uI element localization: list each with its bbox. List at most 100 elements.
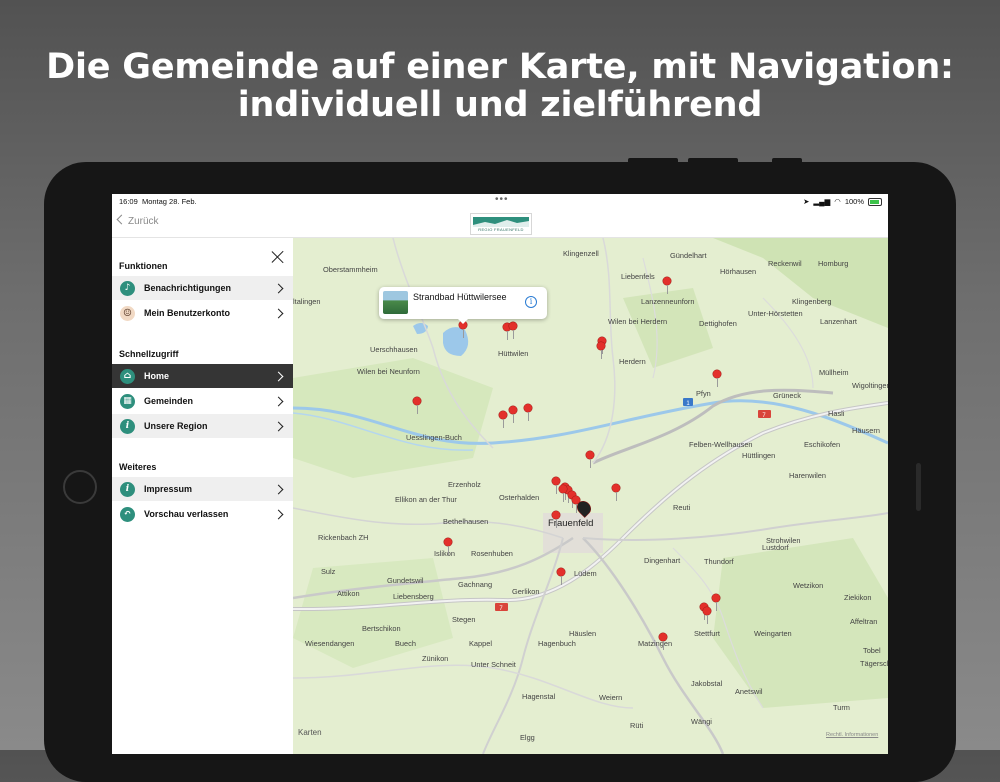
map-place-label: Thundorf <box>704 557 734 566</box>
map-place-label: Häusern <box>852 426 880 435</box>
map-pin-icon[interactable] <box>712 594 720 611</box>
map-place-label: Liebensberg <box>393 592 434 601</box>
map-pin-icon[interactable] <box>597 342 605 359</box>
status-indicators: ➤ ▂▄▆ ◠ 100% <box>803 197 882 206</box>
map-place-label: Tobel <box>863 646 881 655</box>
camera-ring <box>63 470 97 504</box>
map-place-label: Klingenberg <box>792 297 832 306</box>
sidebar-item-municipalities[interactable]: ▦ Gemeinden <box>112 389 293 413</box>
map-place-label: Klingenzell <box>563 249 599 258</box>
map-place-label: Stegen <box>452 615 476 624</box>
map-place-label: Grüneck <box>773 391 801 400</box>
battery-icon <box>868 197 882 206</box>
map-place-label: Oberstammheim <box>323 265 378 274</box>
map-place-label: Unter Schneit <box>471 660 516 669</box>
map-place-label: Lanzenhart <box>820 317 857 326</box>
map-place-label: Eschikofen <box>804 440 841 449</box>
info-icon[interactable]: i <box>525 296 537 308</box>
map-place-label: Tägerschen <box>860 659 888 668</box>
map-place-label: Kappel <box>469 639 493 648</box>
map-place-label: Wilen bei Herdern <box>608 317 668 326</box>
map-place-label: Unter-Hörstetten <box>748 309 803 318</box>
map-view[interactable]: 1 7 7 Oberstammheim ltalingen Uerschhausen… <box>293 238 888 754</box>
map-place-label: Lüdem <box>574 569 597 578</box>
map-place-label: Weiern <box>599 693 623 702</box>
map-place-label: Affeltran <box>850 617 878 626</box>
callout-thumbnail <box>383 291 408 314</box>
chevron-right-icon <box>273 371 284 381</box>
map-place-label: Rickenbach ZH <box>318 533 369 542</box>
map-callout[interactable]: Strandbad Hüttwilersee i <box>379 287 547 324</box>
map-place-label: Liebenfels <box>621 272 655 281</box>
location-icon: ➤ <box>803 197 810 206</box>
chevron-right-icon <box>273 509 284 519</box>
back-button[interactable]: Zurück <box>116 214 159 227</box>
sidebar-item-home[interactable]: ⌂ Home <box>112 364 293 388</box>
status-time: 16:09 Montag 28. Feb. <box>119 197 197 206</box>
map-pin-icon[interactable] <box>552 477 560 494</box>
sidebar-item-imprint[interactable]: i Impressum <box>112 477 293 501</box>
multitasking-dots[interactable]: ••• <box>495 194 509 205</box>
regio-frauenfeld-logo[interactable]: REGIO FRAUENFELD <box>470 213 532 235</box>
signal-icon: ▂▄▆ <box>813 197 831 206</box>
map-place-label: Rüti <box>630 721 644 730</box>
map-place-label: Buech <box>395 639 416 648</box>
side-key <box>916 463 921 511</box>
map-place-label: Gachnang <box>458 580 493 589</box>
map-pin-icon[interactable] <box>713 370 721 387</box>
map-place-label: Zünikon <box>422 654 449 663</box>
bell-icon: ♪ <box>120 280 135 296</box>
map-place-label: Bethelhausen <box>443 517 489 526</box>
map-place-label: Häuslen <box>569 629 597 638</box>
map-attribution: Karten <box>298 728 322 737</box>
map-place-label: Osterhalden <box>499 493 540 502</box>
map-place-label: Matzingen <box>638 639 673 648</box>
legal-info-link[interactable]: Rechtl. Informationen <box>826 732 878 738</box>
map-place-label: Gundetswil <box>387 576 424 585</box>
section-title-functions: Funktionen <box>119 261 168 271</box>
navigation-bar: Zurück REGIO FRAUENFELD <box>112 210 888 238</box>
chevron-left-icon <box>116 214 127 225</box>
map-pin-icon[interactable] <box>509 406 517 423</box>
chevron-right-icon <box>273 484 284 494</box>
map-place-label: Müllheim <box>819 368 849 377</box>
map-pin-icon[interactable] <box>663 277 671 294</box>
map-place-label: Gündelhart <box>670 251 707 260</box>
map-place-label: Hüttlingen <box>742 451 776 460</box>
map-place-label: Anetswil <box>735 687 763 696</box>
map-pin-icon[interactable] <box>499 411 507 428</box>
map-place-label: Attikon <box>337 589 360 598</box>
map-place-label: Hagenbuch <box>538 639 576 648</box>
map-pin-icon[interactable] <box>552 511 560 528</box>
headline-line-1: Die Gemeinde auf einer Karte, mit Naviga… <box>46 47 954 87</box>
map-place-label: Hüttwilen <box>498 349 529 358</box>
sidebar-item-account[interactable]: ☺ Mein Benutzerkonto <box>112 301 293 325</box>
map-place-label: Bertschikon <box>362 624 401 633</box>
map-place-label: Reckenwil <box>768 259 802 268</box>
map-pin-icon[interactable] <box>586 451 594 468</box>
close-icon[interactable] <box>272 251 284 263</box>
sidebar-item-notifications[interactable]: ♪ Benachrichtigungen <box>112 276 293 300</box>
map-place-label: Gerlikon <box>512 587 540 596</box>
map-place-label: Herdern <box>619 357 646 366</box>
map-pin-icon[interactable] <box>703 607 711 624</box>
map-place-label: Wigoltingen <box>852 381 888 390</box>
map-place-label: Ziekikon <box>844 593 872 602</box>
map-place-label: Sulz <box>321 567 336 576</box>
map-pin-icon[interactable] <box>612 484 620 501</box>
tablet-screen: 16:09 Montag 28. Feb. ••• ➤ ▂▄▆ ◠ 100% Z… <box>112 194 888 754</box>
sidebar-item-region[interactable]: i Unsere Region <box>112 414 293 438</box>
map-pin-icon[interactable] <box>559 485 567 502</box>
map-pin-icon[interactable] <box>444 538 452 555</box>
map-pin-icon[interactable] <box>659 633 667 650</box>
map-pin-icon[interactable] <box>509 322 517 339</box>
map-pin-icon[interactable] <box>524 404 532 421</box>
wifi-icon: ◠ <box>834 197 841 206</box>
map-place-label: Hagenstal <box>522 692 556 701</box>
map-place-label: Wängi <box>691 717 712 726</box>
map-place-label: Reuti <box>673 503 691 512</box>
map-pin-icon[interactable] <box>413 397 421 414</box>
sidebar-menu: Funktionen ♪ Benachrichtigungen ☺ Mein B… <box>112 238 294 754</box>
sidebar-item-exit-preview[interactable]: ↶ Vorschau verlassen <box>112 502 293 526</box>
map-pin-icon[interactable] <box>557 568 565 585</box>
